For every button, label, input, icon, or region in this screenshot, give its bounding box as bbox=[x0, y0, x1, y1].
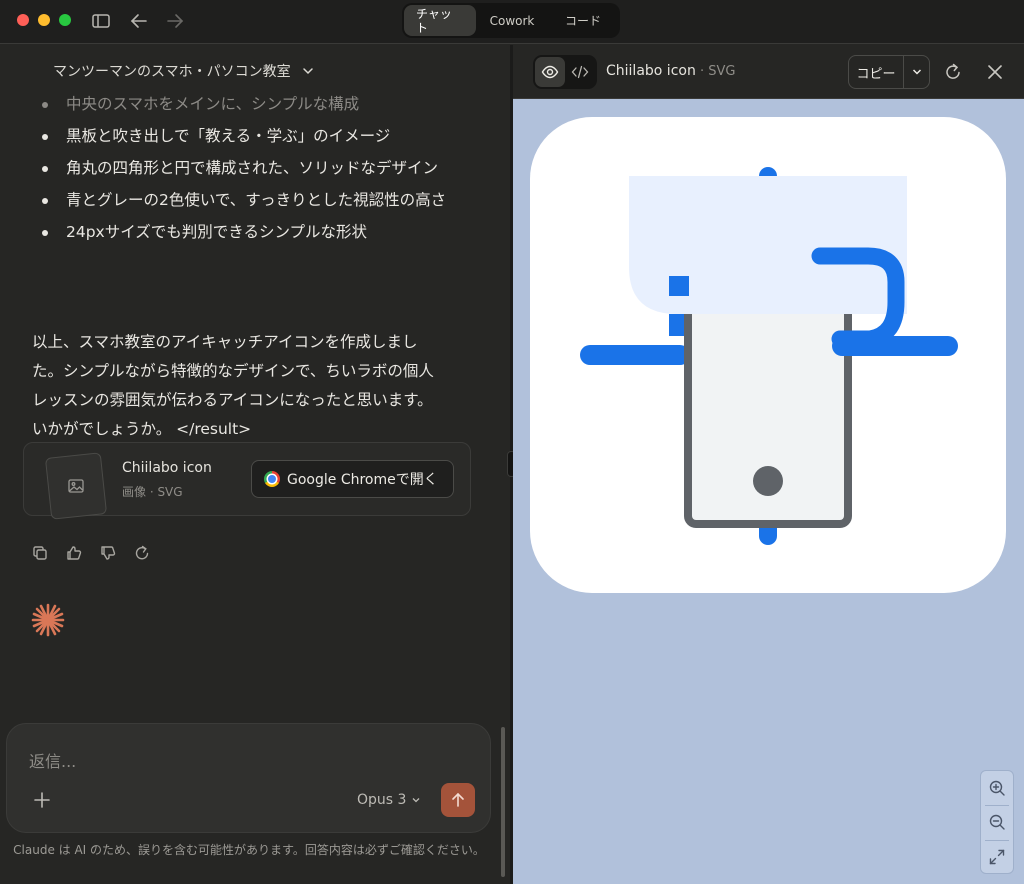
zoom-window-button[interactable] bbox=[59, 14, 71, 26]
artifact-card-subtitle: 画像 · SVG bbox=[122, 485, 183, 499]
send-button[interactable] bbox=[441, 783, 475, 817]
zoom-out-icon[interactable] bbox=[988, 813, 1006, 831]
conversation-title: マンツーマンのスマホ・パソコン教室 bbox=[53, 64, 291, 80]
expand-icon[interactable] bbox=[988, 848, 1006, 866]
chevron-down-icon bbox=[412, 798, 420, 803]
scrollbar[interactable] bbox=[501, 727, 505, 877]
zoom-controls bbox=[980, 770, 1014, 874]
copy-button[interactable]: コピー bbox=[849, 56, 904, 88]
chevron-down-icon bbox=[912, 69, 921, 75]
close-icon[interactable] bbox=[985, 62, 1005, 82]
list-item: 角丸の四角形と円で構成された、ソリッドなデザイン bbox=[40, 154, 460, 183]
message-actions bbox=[31, 544, 151, 562]
model-selector[interactable]: Opus 3 bbox=[357, 792, 421, 808]
chrome-icon bbox=[264, 471, 280, 487]
view-toggle bbox=[533, 55, 597, 89]
artifact-title: Chiilabo icon bbox=[606, 63, 696, 79]
copy-button-group: コピー bbox=[848, 55, 930, 89]
preview-toggle[interactable] bbox=[535, 57, 565, 87]
artifact-card[interactable]: Chiilabo icon 画像 · SVG Google Chromeで開く bbox=[23, 442, 471, 520]
list-item: 24pxサイズでも判別できるシンプルな形状 bbox=[40, 218, 460, 247]
message-paragraph: 以上、スマホ教室のアイキャッチアイコンを作成しました。シンプルながら特徴的なデザ… bbox=[32, 333, 434, 438]
thumbs-up-icon[interactable] bbox=[65, 544, 83, 562]
tab-cowork[interactable]: Cowork bbox=[476, 5, 548, 36]
model-name: Opus 3 bbox=[357, 792, 407, 808]
chiilabo-icon-artwork bbox=[580, 167, 958, 545]
disclaimer: Claude は AI のため、誤りを含む可能性があります。回答内容は必ずご確認… bbox=[13, 843, 485, 857]
copy-icon[interactable] bbox=[31, 544, 49, 562]
list-item: 中央のスマホをメインに、シンプルな構成 bbox=[40, 90, 460, 119]
image-icon bbox=[68, 479, 84, 493]
artifact-thumbnail bbox=[44, 452, 108, 520]
code-icon bbox=[571, 65, 589, 79]
thumbs-down-icon[interactable] bbox=[99, 544, 117, 562]
forward-arrow-icon[interactable] bbox=[164, 10, 186, 32]
open-in-chrome-label: Google Chromeで開く bbox=[287, 472, 438, 488]
title-bar: チャット Cowork コード bbox=[0, 0, 1024, 44]
refresh-icon[interactable] bbox=[943, 62, 963, 82]
code-toggle[interactable] bbox=[565, 57, 595, 87]
back-arrow-icon[interactable] bbox=[128, 10, 150, 32]
claude-spark-icon bbox=[31, 603, 65, 637]
artifact-type: SVG bbox=[708, 64, 736, 79]
conversation-title-menu[interactable]: マンツーマンのスマホ・パソコン教室 bbox=[53, 61, 315, 81]
tab-chat[interactable]: チャット bbox=[404, 5, 476, 36]
zoom-divider bbox=[985, 840, 1009, 841]
minimize-window-button[interactable] bbox=[38, 14, 50, 26]
artifact-header: Chiilabo icon · SVG コピー bbox=[513, 45, 1024, 99]
copy-options-button[interactable] bbox=[904, 56, 929, 88]
artifact-panel: Chiilabo icon · SVG コピー bbox=[513, 45, 1024, 884]
list-item: 黒板と吹き出しで「教える・学ぶ」のイメージ bbox=[40, 122, 460, 151]
zoom-divider bbox=[985, 805, 1009, 806]
zoom-in-icon[interactable] bbox=[988, 779, 1006, 797]
close-window-button[interactable] bbox=[17, 14, 29, 26]
reply-input[interactable]: 返信... bbox=[29, 748, 76, 772]
message-bullet-list: 中央のスマホをメインに、シンプルな構成 黒板と吹き出しで「教える・学ぶ」のイメー… bbox=[40, 90, 460, 250]
plus-icon[interactable] bbox=[33, 791, 51, 809]
composer: 返信... Opus 3 bbox=[6, 723, 491, 833]
chat-panel: マンツーマンのスマホ・パソコン教室 中央のスマホをメインに、シンプルな構成 黒板… bbox=[0, 45, 510, 884]
tab-code[interactable]: コード bbox=[548, 5, 618, 36]
mode-switcher: チャット Cowork コード bbox=[402, 3, 620, 38]
svg-preview bbox=[530, 117, 1006, 593]
eye-icon bbox=[541, 65, 559, 79]
artifact-card-title: Chiilabo icon bbox=[122, 460, 212, 476]
list-item: 青とグレーの2色使いで、すっきりとした視認性の高さ bbox=[40, 186, 460, 215]
sidebar-toggle-icon[interactable] bbox=[90, 10, 112, 32]
artifact-title-row: Chiilabo icon · SVG bbox=[606, 63, 736, 79]
open-in-chrome-button[interactable]: Google Chromeで開く bbox=[251, 460, 454, 498]
chevron-down-icon bbox=[302, 68, 313, 75]
arrow-up-icon bbox=[452, 792, 464, 807]
retry-icon[interactable] bbox=[133, 544, 151, 562]
